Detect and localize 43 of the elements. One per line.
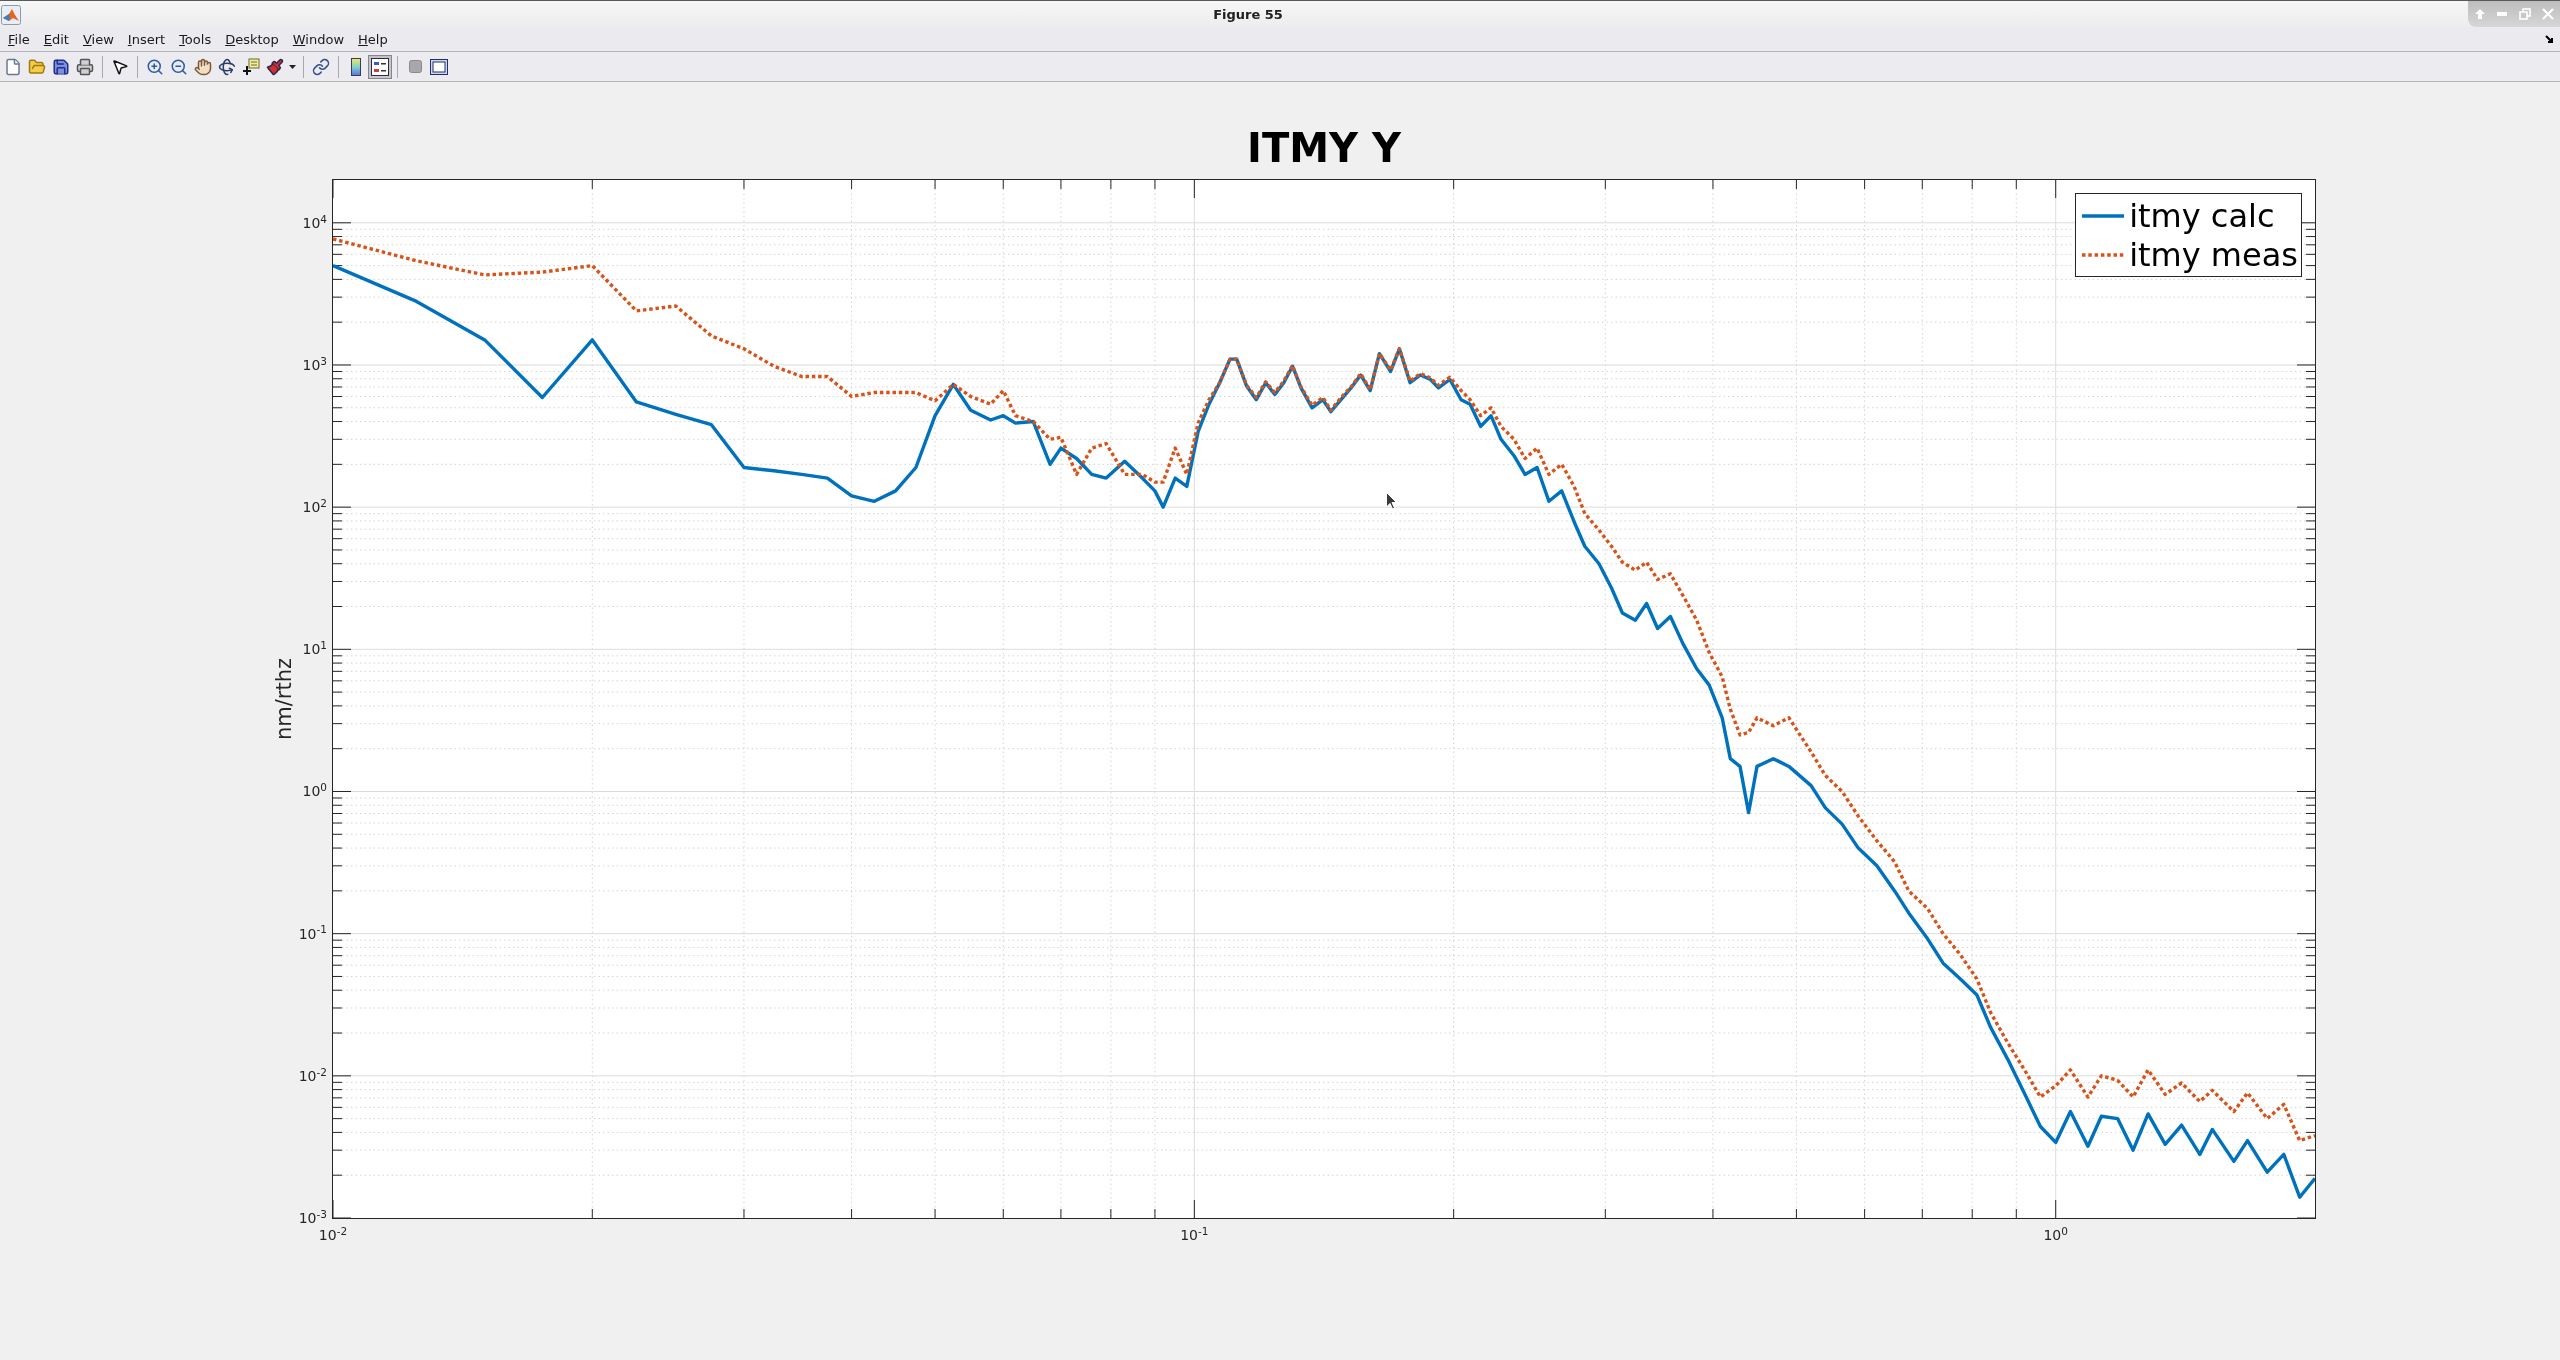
folder-icon[interactable] — [28, 57, 46, 76]
y-tick-label: 10$^{-3}$ — [298, 1211, 327, 1225]
menu-item[interactable]: Help — [351, 33, 395, 46]
menu-item[interactable]: Tools — [172, 33, 219, 46]
rotate-icon[interactable] — [218, 57, 236, 76]
hand-icon[interactable] — [194, 57, 212, 76]
legend-label: itmy calc — [2129, 199, 2275, 232]
zoom-in-icon[interactable] — [146, 57, 164, 76]
x-tick-label: 10$^{-2}$ — [318, 1228, 348, 1242]
y-tick-label: 10$^{-2}$ — [298, 1068, 327, 1083]
square-icon[interactable] — [408, 60, 422, 73]
y-tick-label: 10$^{3}$ — [302, 357, 327, 372]
printer-icon[interactable] — [76, 57, 94, 76]
y-tick-label: 10$^{4}$ — [302, 215, 327, 230]
x-tick-label: 10$^{-1}$ — [1180, 1228, 1209, 1242]
menu-item[interactable]: View — [75, 33, 121, 46]
save-icon[interactable] — [52, 57, 70, 76]
corner-arrow-icon[interactable] — [2545, 34, 2555, 45]
y-tick-label: 10$^{1}$ — [302, 642, 327, 657]
brush-icon[interactable] — [266, 57, 284, 76]
window-title: Figure 55 — [1213, 5, 1283, 24]
menu-item[interactable]: Insert — [120, 33, 173, 46]
menu-item[interactable]: Edit — [36, 33, 76, 46]
menu-item[interactable]: Desktop — [218, 33, 286, 46]
chart-title: ITMY Y — [1247, 128, 1401, 168]
legend-label: itmy meas — [2129, 238, 2298, 271]
y-axis-label: nm/rthz — [274, 657, 295, 740]
colorbar-icon[interactable] — [351, 57, 361, 76]
zoom-out-icon[interactable] — [170, 57, 188, 76]
y-tick-label: 10$^{-1}$ — [298, 926, 327, 941]
link-icon[interactable] — [312, 57, 330, 76]
menu-item[interactable]: Window — [285, 33, 352, 46]
mouse-cursor-icon — [1386, 492, 1397, 510]
y-tick-label: 10$^{2}$ — [302, 500, 327, 515]
x-tick-label: 10$^{0}$ — [2043, 1228, 2068, 1242]
y-tick-label: 10$^{0}$ — [302, 784, 327, 799]
page-icon[interactable] — [4, 57, 22, 76]
pointer-icon[interactable] — [111, 57, 129, 76]
menu-item[interactable]: File — [1, 33, 37, 46]
frame-icon[interactable] — [430, 58, 448, 75]
caret-icon[interactable] — [289, 64, 296, 69]
app-logo-icon[interactable] — [1, 4, 21, 25]
note-crosshair-icon[interactable] — [242, 57, 260, 76]
